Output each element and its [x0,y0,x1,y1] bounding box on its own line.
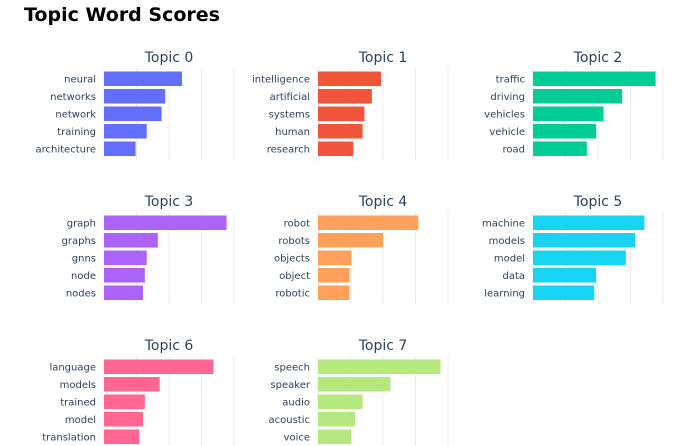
subplot-title: Topic 3 [144,194,194,210]
word-label: model [65,415,96,426]
bar-traffic [533,71,656,86]
bar-road [533,141,587,156]
bar-model [533,250,626,265]
word-label: graph [67,218,96,229]
bar-research [318,141,354,156]
bar-robots [318,233,383,248]
word-label: speaker [270,380,310,391]
bar-voice [318,429,352,444]
bar-network [104,106,162,121]
word-label: audio [282,397,310,408]
word-label: human [275,127,310,138]
topic-word-scores-chart: Topic Word Scores Topic 0 neural networks n… [24,4,664,446]
subplot-title: Topic 5 [573,194,623,210]
subplot-topic-0: Topic 0 neural networks network training arch… [35,50,235,160]
bar-node [104,268,145,283]
subplot-title: Topic 1 [358,50,408,66]
word-label: systems [269,109,310,120]
bar-robot [318,215,419,230]
bar-speech [318,359,441,374]
bar-vehicle [533,124,597,139]
word-label: intelligence [252,74,310,85]
bar-nodes [104,285,143,300]
subplot-topic-6: Topic 6 language models trained model transla… [42,338,235,446]
word-label: language [49,362,96,373]
bar-language [104,359,214,374]
chart-title: Topic Word Scores [24,4,220,26]
word-label: trained [60,397,96,408]
bar-systems [318,106,365,121]
word-label: node [71,271,96,282]
word-label: robots [278,236,310,247]
bar-model [104,412,143,427]
bar-objects [318,250,352,265]
word-label: speech [274,362,310,373]
bar-gnns [104,250,147,265]
word-label: networks [50,92,96,103]
bar-models [104,377,160,392]
subplot-title: Topic 6 [144,338,194,354]
word-label: data [502,271,525,282]
subplot-topic-3: Topic 3 graph graphs gnns node nodes [62,194,235,304]
bar-neural [104,71,182,86]
word-label: translation [42,432,96,443]
word-label: neural [64,74,96,85]
bar-training [104,124,147,139]
word-label: robot [284,218,310,229]
bar-machine [533,215,645,230]
word-label: traffic [496,74,525,85]
word-label: objects [274,253,310,264]
subplot-topic-1: Topic 1 intelligence artificial systems huma… [252,50,449,160]
bar-graphs [104,233,158,248]
word-label: research [267,144,310,155]
subplot-title: Topic 7 [358,338,408,354]
bar-graph [104,215,227,230]
bar-vehicles [533,106,604,121]
subplot-topic-7: Topic 7 speech speaker audio acoustic voice [269,338,449,446]
subplot-panels: Topic 0 neural networks network training arch… [35,50,664,446]
bar-robotic [318,285,350,300]
bar-human [318,124,363,139]
bar-networks [104,89,166,104]
word-label: acoustic [269,415,311,426]
word-label: machine [482,218,525,229]
bar-learning [533,285,595,300]
bar-trained [104,394,145,409]
bar-architecture [104,141,136,156]
subplot-topic-4: Topic 4 robot robots objects object robotic [274,194,449,304]
word-label: architecture [35,144,96,155]
word-label: road [503,144,526,155]
bar-speaker [318,377,391,392]
bar-intelligence [318,71,382,86]
word-label: models [489,236,525,247]
word-label: learning [484,288,525,299]
word-label: graphs [62,236,96,247]
bar-driving [533,89,623,104]
word-label: object [279,271,310,282]
word-label: network [55,109,96,120]
word-label: gnns [72,253,96,264]
bar-acoustic [318,412,356,427]
bar-models [533,233,636,248]
word-label: driving [490,92,525,103]
word-label: model [494,253,525,264]
word-label: voice [284,432,310,443]
subplot-title: Topic 4 [358,194,408,210]
word-label: vehicle [489,127,525,138]
bar-object [318,268,350,283]
bar-audio [318,394,363,409]
word-label: nodes [66,288,96,299]
word-label: models [60,380,96,391]
bar-translation [104,429,140,444]
subplot-title: Topic 0 [144,50,194,66]
word-label: robotic [275,288,310,299]
subplot-title: Topic 2 [573,50,623,66]
word-label: vehicles [484,109,525,120]
bar-data [533,268,597,283]
subplot-topic-2: Topic 2 traffic driving vehicles vehicle road [484,50,664,160]
bar-artificial [318,89,372,104]
subplot-topic-5: Topic 5 machine models model data learning [482,194,664,304]
word-label: training [57,127,96,138]
word-label: artificial [270,92,310,103]
